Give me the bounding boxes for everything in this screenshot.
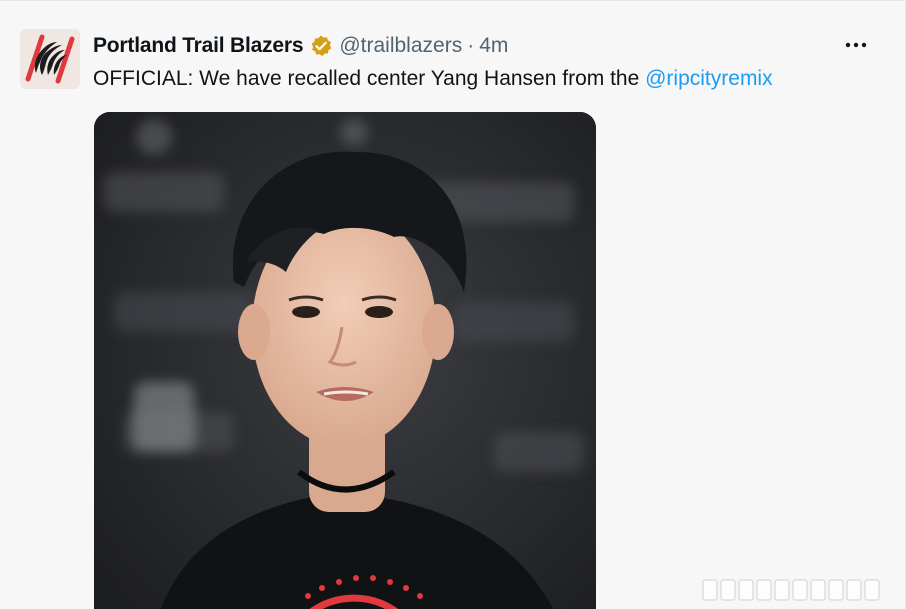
more-options-icon[interactable] — [843, 35, 869, 55]
verified-badge-icon[interactable] — [309, 34, 333, 58]
portland-trail-blazers-logo-icon — [20, 29, 80, 89]
mention-link[interactable]: @ripcityremix — [645, 67, 773, 90]
display-name[interactable]: Portland Trail Blazers — [93, 34, 304, 58]
separator-dot: · — [467, 34, 475, 57]
player-photo — [94, 112, 596, 609]
handle[interactable]: @trailblazers — [339, 34, 462, 58]
tweet-card[interactable]: Portland Trail Blazers @trailblazers · 4… — [0, 0, 906, 609]
timestamp[interactable]: 4m — [479, 34, 508, 58]
watermark-logo — [701, 576, 897, 604]
avatar[interactable] — [20, 29, 80, 89]
tweet-text: OFFICIAL: We have recalled center Yang H… — [93, 65, 773, 93]
tweet-header: Portland Trail Blazers @trailblazers · 4… — [93, 32, 508, 60]
tweet-text-body: OFFICIAL: We have recalled center Yang H… — [93, 67, 646, 90]
tweet-photo[interactable] — [94, 112, 596, 609]
